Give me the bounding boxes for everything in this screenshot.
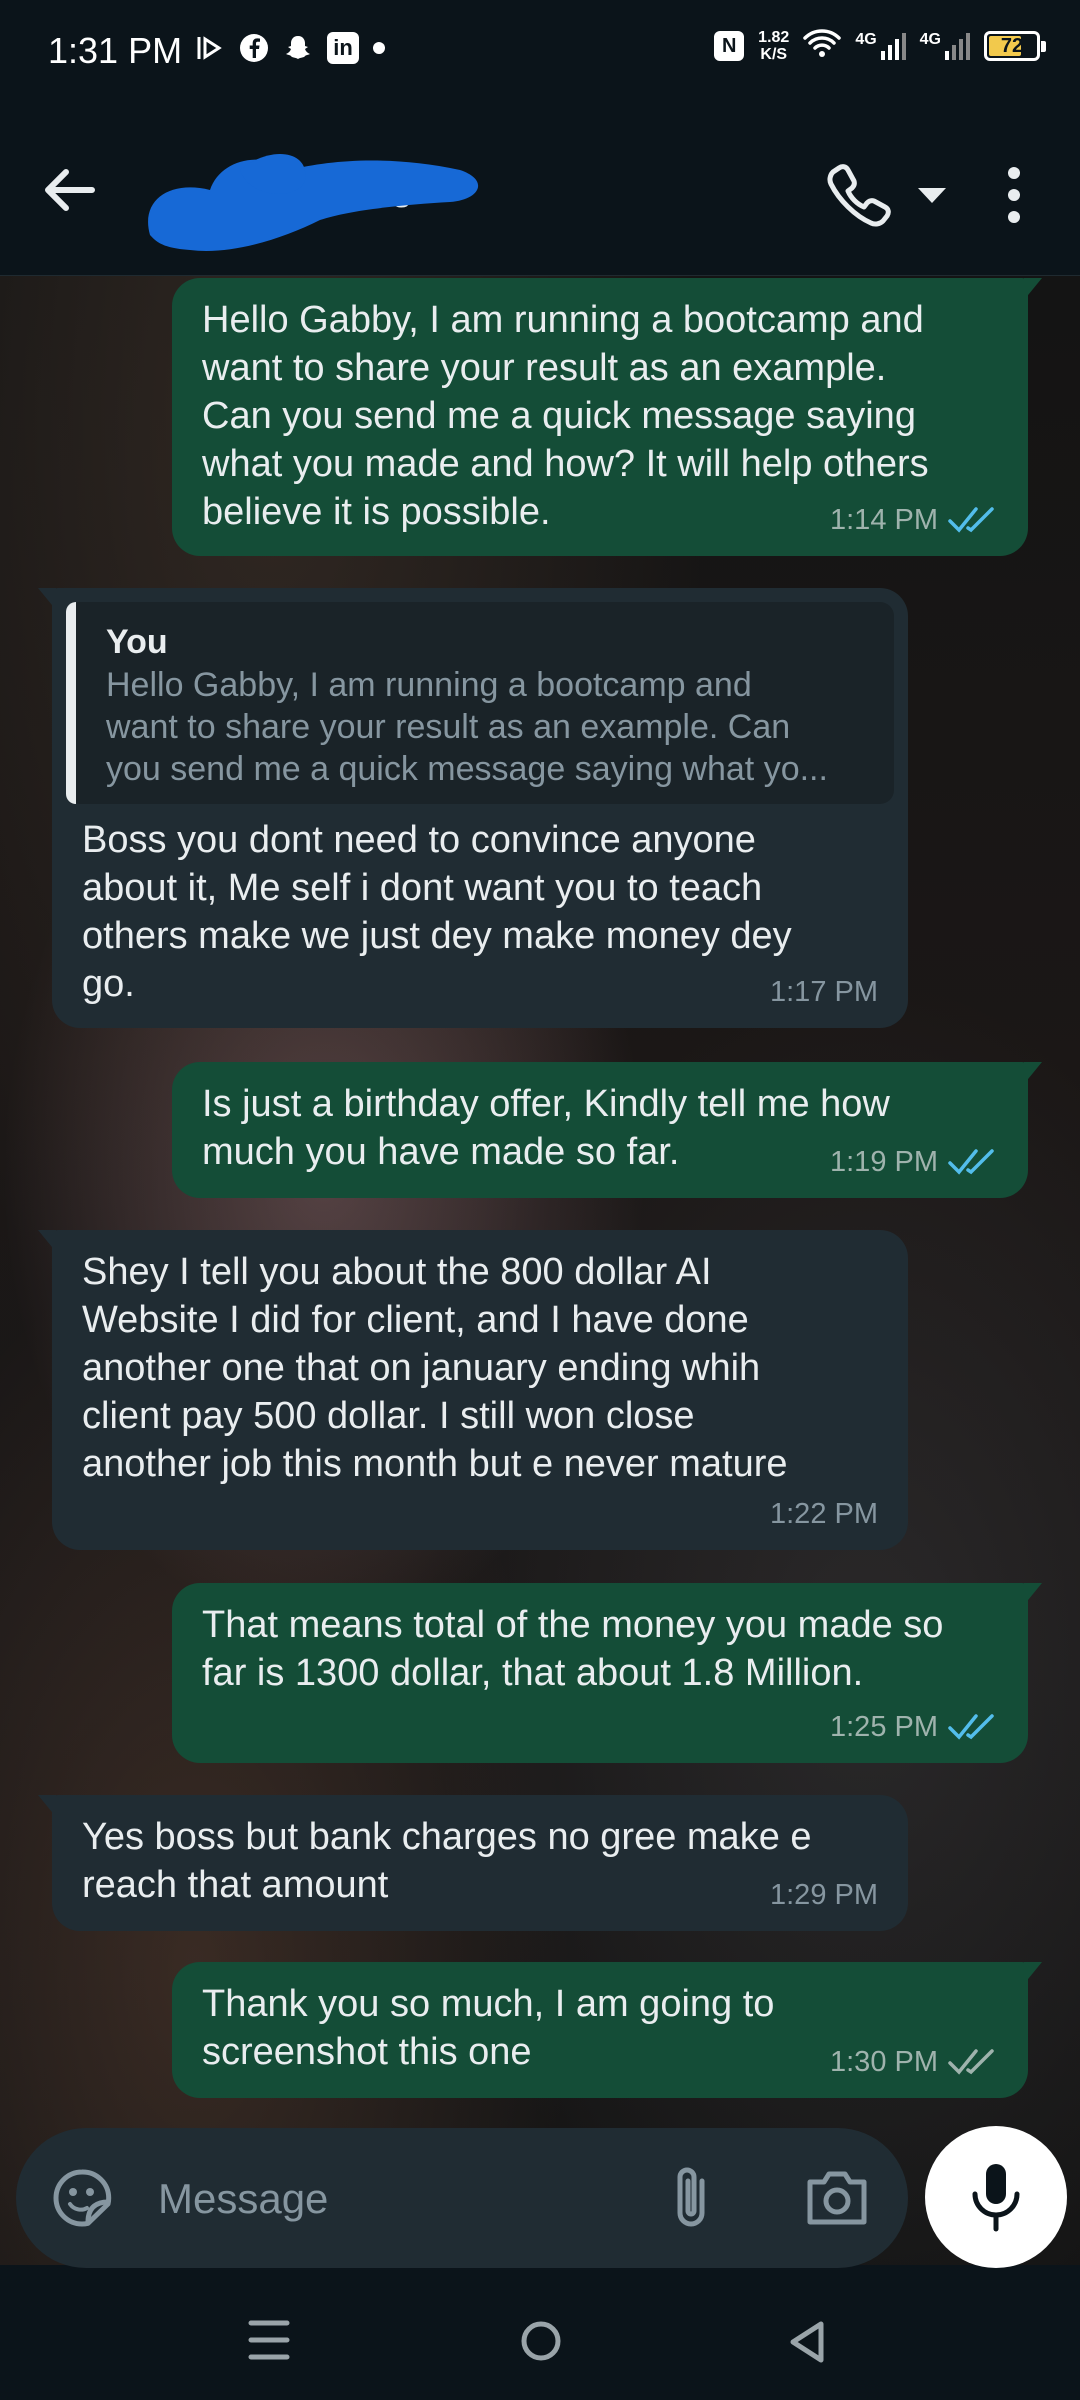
sticker-icon[interactable] — [50, 2166, 114, 2230]
recents-icon[interactable] — [248, 2318, 290, 2362]
contact-info[interactable]: e — [140, 153, 520, 251]
message-outgoing[interactable]: Is just a birthday offer, Kindly tell me… — [172, 1062, 1042, 1198]
message-text: Shey I tell you about the 800 dollar AI … — [82, 1251, 788, 1485]
signal-2-label: 4G — [919, 30, 941, 48]
message-time: 1:17 PM — [770, 976, 878, 1008]
microphone-icon — [972, 2164, 1020, 2232]
message-incoming[interactable]: Shey I tell you about the 800 dollar AI … — [38, 1230, 908, 1550]
message-time: 1:30 PM — [830, 2046, 938, 2078]
attach-icon[interactable] — [666, 2163, 716, 2235]
quote-author: You — [106, 623, 168, 661]
quote-bar — [66, 602, 76, 804]
read-ticks-icon — [948, 1149, 994, 1175]
status-bar: 1:31 PM in N 1.82 K/S 4G 4G 72 — [0, 0, 1080, 105]
signal-1-label: 4G — [855, 30, 877, 48]
message-incoming[interactable]: Yes boss but bank charges no gree make e… — [38, 1795, 908, 1931]
back-arrow-icon[interactable] — [40, 160, 100, 220]
message-time: 1:29 PM — [770, 1879, 878, 1911]
redaction-scribble — [148, 153, 479, 251]
read-ticks-icon — [948, 507, 994, 533]
quoted-message[interactable]: You Hello Gabby, I am running a bootcamp… — [66, 602, 894, 804]
delivered-ticks-icon — [948, 2049, 994, 2075]
message-meta: 1:17 PM — [770, 968, 878, 1016]
message-meta: 1:30 PM — [830, 2038, 998, 2086]
message-time: 1:22 PM — [770, 1498, 878, 1530]
signal-1: 4G — [855, 30, 906, 61]
signal-1-bars-icon — [880, 32, 906, 60]
wifi-icon — [803, 28, 842, 63]
message-time: 1:19 PM — [830, 1146, 938, 1178]
status-time: 1:31 PM — [48, 30, 183, 71]
message-outgoing[interactable]: Thank you so much, I am going to screens… — [172, 1962, 1042, 2098]
message-composer — [16, 2128, 908, 2268]
network-speed-value: 1.82 — [758, 28, 790, 46]
system-navigation-bar — [0, 2280, 1080, 2400]
message-input[interactable] — [156, 2168, 640, 2230]
message-meta: 1:19 PM — [830, 1138, 998, 1186]
read-ticks-icon — [948, 1714, 994, 1740]
home-icon[interactable] — [520, 2320, 562, 2362]
nfc-icon: N — [714, 30, 745, 61]
message-time: 1:25 PM — [830, 1711, 938, 1743]
battery-level: 72 — [1000, 34, 1024, 57]
network-speed: 1.82 K/S — [758, 29, 789, 63]
camera-icon[interactable] — [804, 2166, 870, 2228]
chat-header: e — [0, 105, 1080, 276]
message-meta: 1:25 PM — [830, 1703, 998, 1751]
nav-back-icon[interactable] — [787, 2320, 827, 2364]
facebook-icon — [239, 33, 269, 63]
more-vert-icon[interactable] — [1000, 165, 1028, 225]
message-outgoing[interactable]: Hello Gabby, I am running a bootcamp and… — [172, 278, 1042, 556]
message-incoming[interactable]: You Hello Gabby, I am running a bootcamp… — [38, 588, 908, 1028]
signal-2: 4G — [920, 31, 970, 61]
caret-down-icon[interactable] — [915, 185, 949, 205]
quote-text: Hello Gabby, I am running a bootcamp and… — [106, 666, 828, 788]
message-meta: 1:22 PM — [770, 1490, 878, 1538]
voice-record-button[interactable] — [925, 2126, 1067, 2268]
message-time: 1:14 PM — [830, 504, 938, 536]
message-text: That means total of the money you made s… — [202, 1604, 944, 1694]
snapchat-icon — [283, 33, 313, 63]
message-outgoing[interactable]: That means total of the money you made s… — [172, 1583, 1042, 1763]
linkedin-icon: in — [327, 32, 359, 64]
battery-icon: 72 — [984, 30, 1046, 61]
phone-icon[interactable] — [825, 160, 895, 230]
message-meta: 1:29 PM — [770, 1871, 878, 1919]
network-speed-unit: K/S — [760, 45, 788, 63]
signal-2-bars-icon — [945, 32, 970, 60]
message-meta: 1:14 PM — [830, 496, 998, 544]
notification-dot-icon — [373, 42, 385, 54]
wireless-display-icon — [195, 33, 225, 63]
